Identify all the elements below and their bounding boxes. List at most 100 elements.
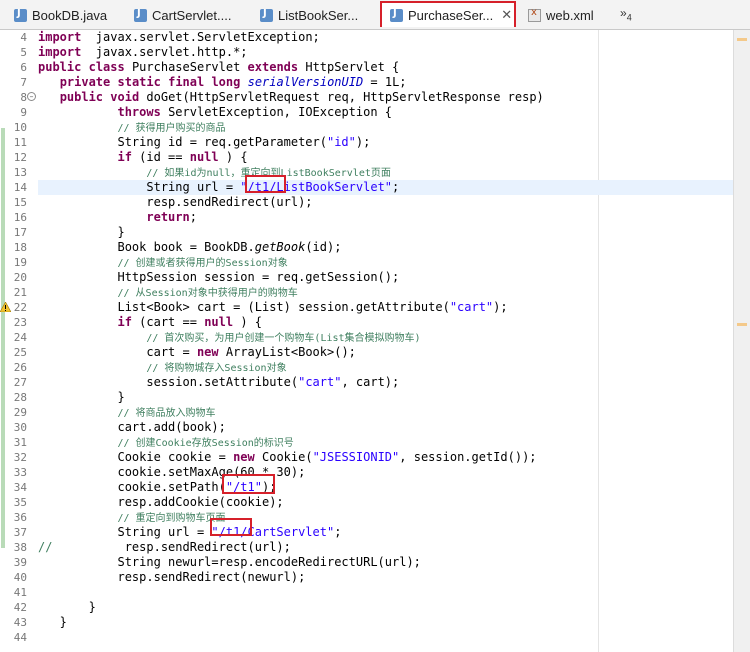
code-token: // 创建或者获得用户的Session对象 <box>117 258 288 269</box>
code-line[interactable]: 40 resp.sendRedirect(newurl); <box>0 570 734 585</box>
code-token: throws <box>117 105 161 119</box>
tab-purchaseservlet[interactable]: PurchaseSer... ✕ <box>380 1 516 27</box>
code-token: if <box>117 150 132 164</box>
code-line[interactable]: 4 import javax.servlet.ServletException; <box>0 30 734 45</box>
code-line[interactable]: 38 // resp.sendRedirect(url); <box>0 540 734 555</box>
code-token: Cookie cookie = <box>38 450 234 464</box>
line-number: 33 <box>13 466 27 479</box>
code-line[interactable]: 23 if (cart == null ) { <box>0 315 734 330</box>
code-token: PurchaseServlet <box>124 60 248 74</box>
code-text: // 重定向到购物车页面 <box>38 510 734 525</box>
code-line[interactable]: 13 // 如果id为null，重定向到ListBookServlet页面 <box>0 165 734 180</box>
code-line[interactable]: 29 // 将商品放入购物车 <box>0 405 734 420</box>
code-line[interactable]: 11 String id = req.getParameter("id"); <box>0 135 734 150</box>
code-token: // 创建Cookie存放Session的标识号 <box>117 438 294 449</box>
code-line[interactable]: 34 cookie.setPath("/t1"); <box>0 480 734 495</box>
java-file-icon <box>390 8 403 22</box>
tab-label: PurchaseSer... <box>408 7 494 23</box>
code-line[interactable]: 25 cart = new ArrayList<Book>(); <box>0 345 734 360</box>
code-line[interactable]: 20 HttpSession session = req.getSession(… <box>0 270 734 285</box>
code-line[interactable]: 24 // 首次购买，为用户创建一个购物车(List集合模拟购物车) <box>0 330 734 345</box>
code-line[interactable]: 9 throws ServletException, IOException { <box>0 105 734 120</box>
line-number: 38 <box>13 541 27 554</box>
code-line[interactable]: 21 // 从Session对象中获得用户的购物车 <box>0 285 734 300</box>
code-line[interactable]: 27 session.setAttribute("cart", cart); <box>0 375 734 390</box>
code-line[interactable]: 28 } <box>0 390 734 405</box>
code-line[interactable]: 10 // 获得用户购买的商品 <box>0 120 734 135</box>
code-line[interactable]: 18 Book book = BookDB.getBook(id); <box>0 240 734 255</box>
line-number: 19 <box>13 256 27 269</box>
xml-file-icon <box>528 7 541 22</box>
overview-warning-mark[interactable] <box>737 323 747 326</box>
close-tab-icon[interactable]: ✕ <box>501 7 512 23</box>
code-text: return; <box>38 210 734 225</box>
chevron-double-right-icon: » <box>620 6 627 20</box>
code-line[interactable]: 43 } <box>0 615 734 630</box>
code-line[interactable]: 19 // 创建或者获得用户的Session对象 <box>0 255 734 270</box>
tab-listbookservlet[interactable]: ListBookSer... <box>252 3 372 27</box>
code-token: ; <box>392 180 400 194</box>
code-text: cart.add(book); <box>38 420 734 435</box>
code-line[interactable]: 17 } <box>0 225 734 240</box>
line-number: 25 <box>13 346 27 359</box>
code-line[interactable]: 44 <box>0 630 734 645</box>
code-token: public <box>38 60 82 74</box>
code-line[interactable]: 7 private static final long serialVersio… <box>0 75 734 90</box>
code-line[interactable]: 33 cookie.setMaxAge(60 * 30); <box>0 465 734 480</box>
code-text: // 将商品放入购物车 <box>38 405 734 420</box>
tab-bookdb[interactable]: BookDB.java <box>6 3 118 27</box>
code-line[interactable]: 35 resp.addCookie(cookie); <box>0 495 734 510</box>
code-token: (cart == <box>131 315 205 329</box>
tab-overflow-button[interactable]: »4 <box>620 6 632 22</box>
line-number: 9 <box>20 106 27 119</box>
code-line[interactable]: 41 <box>0 585 734 600</box>
code-line[interactable]: 31 // 创建Cookie存放Session的标识号 <box>0 435 734 450</box>
code-line[interactable]: 39 String newurl=resp.encodeRedirectURL(… <box>0 555 734 570</box>
code-text: // 获得用户购买的商品 <box>38 120 734 135</box>
vertical-scrollbar[interactable] <box>733 30 750 652</box>
code-line[interactable]: 16 return; <box>0 210 734 225</box>
code-line[interactable]: 22 List<Book> cart = (List) session.getA… <box>0 300 734 315</box>
code-line[interactable]: 14 String url = "/t1/ListBookServlet"; <box>0 180 734 195</box>
fold-toggle-icon[interactable] <box>27 92 36 101</box>
code-line[interactable]: 15 resp.sendRedirect(url); <box>0 195 734 210</box>
code-line[interactable]: 30 cart.add(book); <box>0 420 734 435</box>
tab-webxml[interactable]: web.xml <box>520 3 610 27</box>
line-number: 18 <box>13 241 27 254</box>
line-number: 10 <box>13 121 27 134</box>
code-line[interactable]: 12 if (id == null ) { <box>0 150 734 165</box>
code-text: } <box>38 390 734 405</box>
code-token: } <box>38 615 67 629</box>
code-line[interactable]: 26 // 将购物城存入Session对象 <box>0 360 734 375</box>
line-number: 21 <box>13 286 27 299</box>
java-file-icon <box>134 8 147 22</box>
line-number: 7 <box>20 76 27 89</box>
code-editor[interactable]: 4 import javax.servlet.ServletException; 5… <box>0 30 734 652</box>
code-token: String url = <box>38 525 212 539</box>
overflow-count: 4 <box>626 12 632 23</box>
overview-warning-mark[interactable] <box>737 38 747 41</box>
code-line[interactable]: 8 public void doGet(HttpServletRequest r… <box>0 90 734 105</box>
code-line[interactable]: 32 Cookie cookie = new Cookie("JSESSIONI… <box>0 450 734 465</box>
line-number: 40 <box>13 571 27 584</box>
code-token: = 1L; <box>363 75 407 89</box>
code-token: (id == <box>131 150 190 164</box>
code-token: getBook <box>254 240 306 254</box>
code-line[interactable]: 36 // 重定向到购物车页面 <box>0 510 734 525</box>
warning-icon[interactable] <box>0 302 11 312</box>
code-line[interactable]: 42 } <box>0 600 734 615</box>
code-text: // resp.sendRedirect(url); <box>38 540 734 555</box>
code-line[interactable]: 6 public class PurchaseServlet extends Ht… <box>0 60 734 75</box>
line-number: 23 <box>13 316 27 329</box>
code-token: ; <box>189 210 197 224</box>
code-line[interactable]: 37 String url = "/t1/CartServlet"; <box>0 525 734 540</box>
code-line[interactable]: 5 import javax.servlet.http.*; <box>0 45 734 60</box>
tab-cartservlet[interactable]: CartServlet.... <box>126 3 244 27</box>
code-token: // 如果id为null，重定向到ListBookServlet页面 <box>146 168 391 179</box>
